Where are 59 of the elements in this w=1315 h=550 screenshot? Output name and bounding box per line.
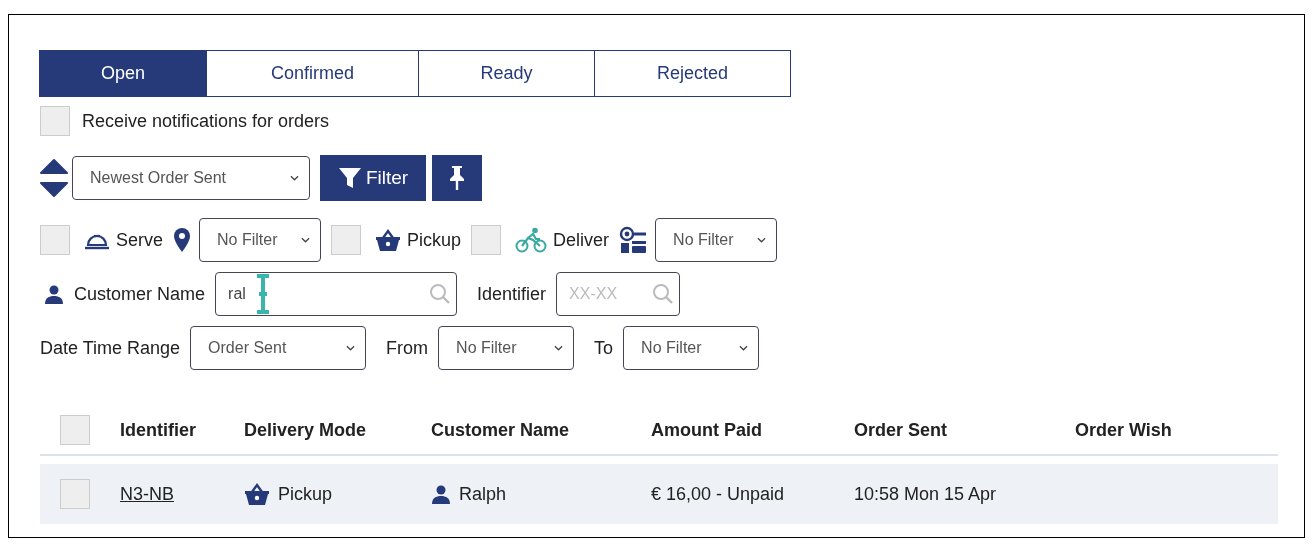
filter-button[interactable]: Filter [320, 155, 426, 201]
tab[interactable]: Confirmed [206, 50, 419, 97]
checkbox[interactable] [60, 415, 90, 445]
person-icon [44, 284, 64, 304]
checkbox-label: Receive notifications for orders [82, 110, 330, 132]
table-cell: Ralph [459, 483, 507, 505]
column-header[interactable]: Customer Name [431, 419, 570, 441]
customer-name-field[interactable]: ral [215, 272, 458, 316]
date-range-dropdown[interactable]: Order Sent [190, 326, 367, 370]
chevron-icon [554, 345, 564, 351]
field-label: From [386, 337, 429, 359]
column-header[interactable]: Order Sent [854, 419, 948, 441]
tab[interactable]: Rejected [594, 50, 791, 97]
column-header[interactable]: Identifier [120, 419, 196, 441]
table-cell: 10:58 Mon 15 Apr [854, 483, 997, 505]
chevron-icon [290, 175, 299, 181]
tab[interactable]: Open [39, 50, 207, 97]
sort-dropdown[interactable]: Newest Order Sent [72, 156, 310, 200]
field-label: Identifier [477, 283, 547, 305]
row-checkbox[interactable] [60, 479, 90, 509]
checkbox-label: Deliver [553, 229, 610, 251]
to-dropdown[interactable]: No Filter [623, 326, 760, 370]
chevron-icon [346, 345, 356, 351]
text-cursor-icon [255, 274, 272, 314]
filter-dropdown[interactable]: No Filter [655, 218, 778, 262]
search-icon [652, 283, 675, 305]
search-icon [429, 283, 452, 305]
checkbox[interactable] [40, 106, 70, 136]
column-header[interactable]: Delivery Mode [244, 419, 367, 441]
chevron-icon [757, 237, 767, 243]
map-pin-icon [173, 227, 192, 253]
filter-dropdown[interactable]: No Filter [199, 218, 322, 262]
station-icon [619, 226, 648, 254]
checkbox[interactable] [331, 225, 362, 255]
chevron-icon [739, 345, 749, 351]
basket-icon [375, 228, 402, 252]
checkbox[interactable] [40, 225, 70, 255]
pin-icon [449, 165, 465, 191]
field-label: Date Time Range [40, 337, 181, 359]
checkbox-label: Serve [116, 229, 164, 251]
basket-icon [244, 482, 270, 506]
cyclist-icon [515, 227, 548, 253]
field-label: Customer Name [74, 283, 206, 305]
sort-icon[interactable] [40, 158, 68, 198]
chevron-icon [301, 237, 311, 243]
tab[interactable]: Ready [418, 50, 595, 97]
identifier-field[interactable]: XX-XX [556, 272, 681, 316]
pin-button[interactable] [432, 155, 482, 201]
order-link[interactable]: N3-NB [120, 483, 174, 505]
column-header[interactable]: Amount Paid [651, 419, 762, 441]
from-dropdown[interactable]: No Filter [438, 326, 575, 370]
checkbox[interactable] [471, 225, 502, 255]
field-label: To [594, 337, 614, 359]
person-icon [431, 484, 451, 504]
column-header[interactable]: Order Wish [1075, 419, 1172, 441]
table-cell: Pickup [278, 483, 333, 505]
checkbox-label: Pickup [407, 229, 462, 251]
table-cell: € 16,00 - Unpaid [651, 483, 785, 505]
funnel-icon [337, 166, 362, 190]
